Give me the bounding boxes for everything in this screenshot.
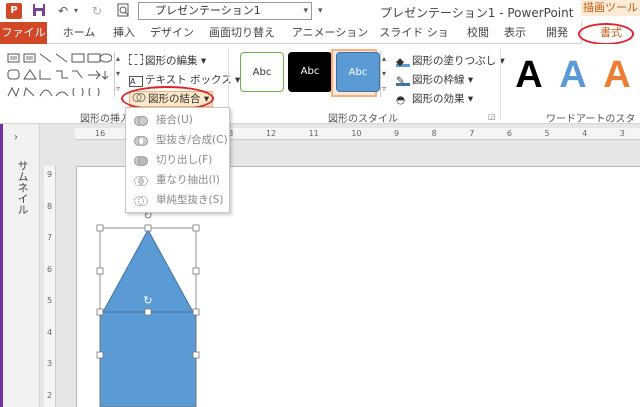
edit-shape-label: 図形の編集 (145, 55, 198, 67)
redo-icon[interactable]: ↻ (92, 3, 102, 19)
collapse-chevron-icon[interactable]: › (14, 132, 18, 143)
merge-shapes-menu: 接合(U) 型抜き/合成(C) 切り出し(F) 重なり抽出(I) 単純型抜き(S… (125, 107, 230, 213)
edit-shape-button[interactable]: 図形の編集 ▾ (129, 53, 206, 68)
intersect-icon (134, 174, 148, 186)
filename-box[interactable]: プレゼンテーション1 ▾ (138, 2, 312, 20)
shape-effects-label: 図形の効果 (412, 93, 465, 105)
window-left-border (0, 124, 3, 407)
tab-home[interactable]: ホーム (56, 22, 102, 44)
rotate-handle-icon: ↻ (143, 294, 152, 307)
tab-file[interactable]: ファイル (0, 22, 47, 44)
qat-customize-icon[interactable]: ▾ (318, 3, 323, 19)
filename-dropdown-icon[interactable]: ▾ (303, 3, 308, 19)
shape-style-white[interactable]: Abc (240, 52, 284, 92)
shape-style-blue[interactable]: Abc (336, 52, 380, 92)
shape-style-black[interactable]: Abc (288, 52, 332, 92)
window-title: プレゼンテーション1 - PowerPoint (380, 6, 574, 20)
insert-shapes-group-label: 図形の挿入 (80, 114, 130, 125)
shapes-gallery[interactable] (6, 51, 113, 99)
menu-item-subtract[interactable]: 単純型抜き(S) (126, 190, 229, 210)
text-box-label: テキスト ボックス (145, 74, 232, 86)
powerpoint-logo-icon: P (6, 3, 22, 19)
paint-bucket-icon: ◆ (396, 56, 410, 68)
vertical-ruler[interactable]: 98765432 (44, 166, 56, 407)
union-icon (134, 114, 148, 126)
wordart-blue[interactable]: A (552, 52, 594, 100)
menu-item-combine[interactable]: 型抜き/合成(C) (126, 130, 229, 150)
tab-slideshow[interactable]: スライド ショー (374, 22, 454, 61)
menu-item-label: 切り出し(F) (156, 154, 213, 166)
print-preview-icon[interactable] (116, 3, 130, 19)
shape-styles-launcher-icon[interactable]: ◲ (488, 112, 496, 121)
subtract-icon (134, 194, 148, 206)
combine-icon (134, 134, 148, 146)
shapes-gallery-scroll[interactable]: ▴ ▾ ▿ (114, 51, 122, 97)
rectangle-shape (99, 311, 197, 407)
tab-animations[interactable]: アニメーション (287, 22, 373, 44)
wordart-black[interactable]: A (508, 52, 550, 100)
menu-item-union[interactable]: 接合(U) (126, 110, 229, 130)
group-separator (500, 48, 501, 120)
format-tab-highlight (578, 23, 634, 45)
tab-design[interactable]: デザイン (146, 22, 198, 44)
tab-transitions[interactable]: 画面切り替え (200, 22, 284, 44)
thumbnail-pane-label: サムネイル (16, 160, 29, 215)
shape-outline-button[interactable]: ✎ 図形の枠線 ▾ (396, 72, 473, 87)
selected-shapes[interactable]: ↻ ↻ (90, 208, 210, 407)
shape-styles-scroll[interactable]: ▴ ▾ ▿ (380, 51, 388, 97)
filename-text: プレゼンテーション1 (155, 4, 261, 17)
shape-outline-label: 図形の枠線 (412, 74, 465, 86)
tab-review[interactable]: 校閲 (462, 22, 494, 44)
vertical-ruler-ticks: 98765432 (46, 170, 53, 400)
wordart-orange[interactable]: A (596, 52, 638, 100)
menu-item-label: 重なり抽出(I) (156, 174, 220, 186)
menu-item-fragment[interactable]: 切り出し(F) (126, 150, 229, 170)
tab-developer[interactable]: 開発 (540, 22, 574, 44)
shape-fill-button[interactable]: ◆ 図形の塗りつぶし ▾ (396, 53, 505, 68)
fragment-icon (134, 154, 148, 166)
text-box-icon: A (129, 76, 143, 87)
menu-item-intersect[interactable]: 重なり抽出(I) (126, 170, 229, 190)
undo-dropdown-icon[interactable]: ▾ (74, 3, 78, 19)
tab-insert[interactable]: 挿入 (106, 22, 142, 44)
edit-shape-icon (129, 54, 143, 65)
shape-effects-button[interactable]: ◓ 図形の効果 ▾ (396, 91, 473, 106)
tab-view[interactable]: 表示 (498, 22, 532, 44)
save-icon[interactable] (32, 3, 46, 19)
shape-styles-group-label: 図形のスタイル (328, 114, 398, 125)
shape-fill-label: 図形の塗りつぶし (412, 55, 497, 67)
menu-item-label: 接合(U) (156, 114, 193, 126)
menu-item-label: 型抜き/合成(C) (156, 134, 228, 146)
undo-icon[interactable]: ↶ (58, 3, 68, 19)
effects-icon: ◓ (396, 94, 406, 106)
menu-item-label: 単純型抜き(S) (156, 194, 224, 206)
ribbon-tabs: ファイル ホーム 挿入 デザイン 画面切り替え アニメーション スライド ショー… (0, 22, 640, 61)
pencil-icon: ✎ (396, 75, 410, 87)
drawing-tools-context-header: 描画ツール (581, 0, 640, 16)
text-box-button[interactable]: A テキスト ボックス ▾ (129, 72, 240, 87)
